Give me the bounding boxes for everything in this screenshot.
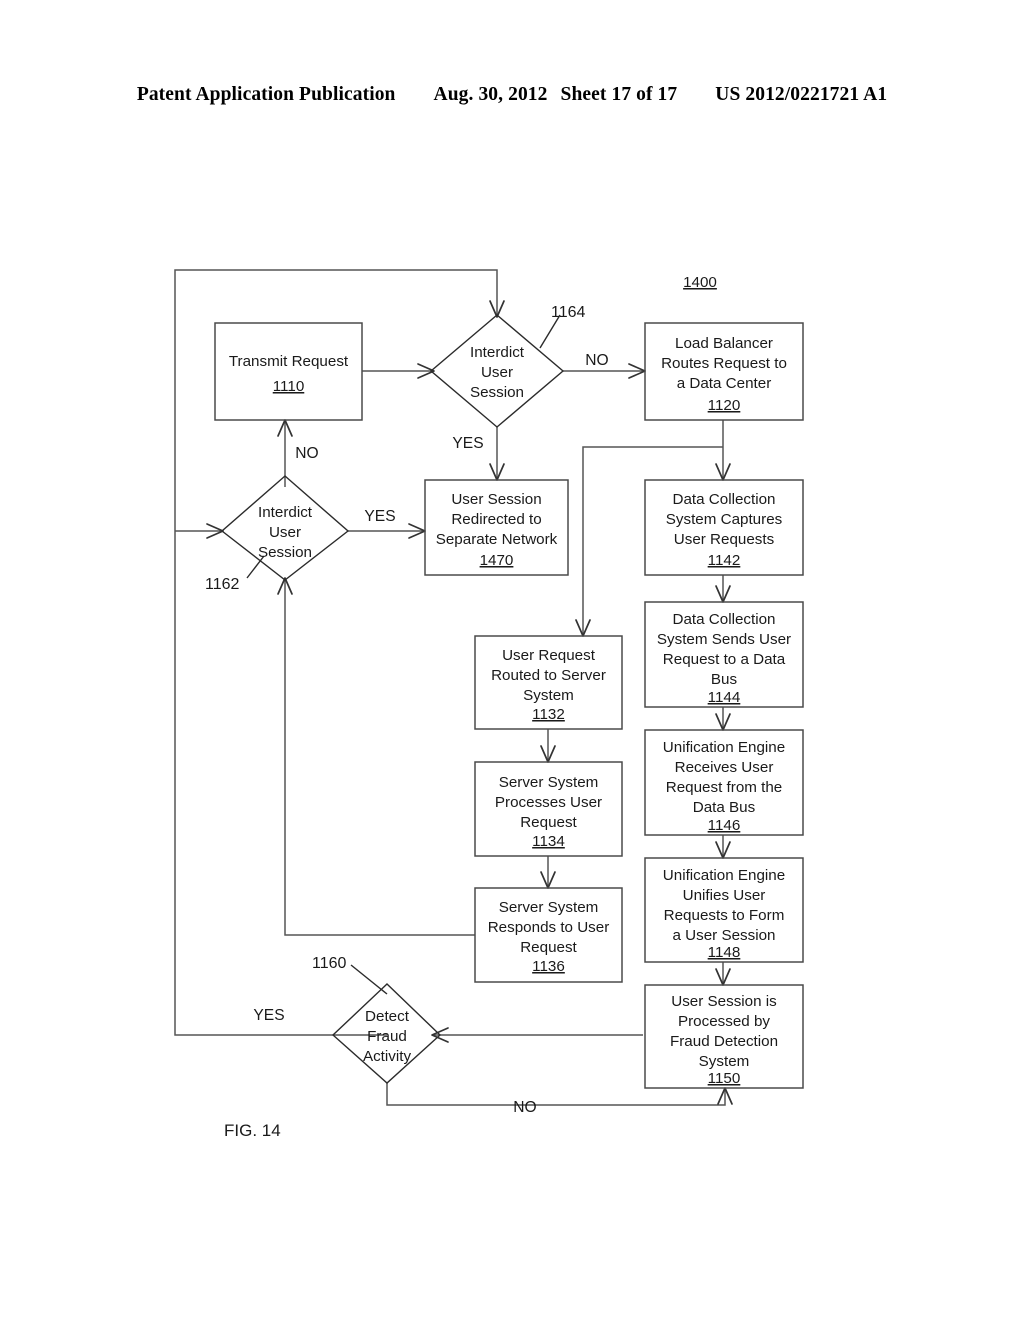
node-unification-receives: Unification Engine Receives User Request… <box>644 729 804 836</box>
node-1120-line-0: Load Balancer <box>675 335 773 352</box>
node-detect-fraud-activity: Detect Fraud Activity 1160 <box>312 955 442 1084</box>
node-1136-line-1: Responds to User <box>488 919 610 936</box>
edge-label-interdict-left-yes: YES <box>364 508 395 525</box>
node-1144-ref: 1144 <box>708 689 741 706</box>
node-1470-ref: 1470 <box>480 552 514 569</box>
node-1148-line-1: Unifies User <box>683 887 766 904</box>
node-1110-ref: 1110 <box>273 378 305 395</box>
node-1148-line-2: Requests to Form <box>664 907 785 924</box>
node-1164-line-0: Interdict <box>470 344 525 361</box>
node-1162-line-1: User <box>269 524 301 541</box>
node-1132-line-1: Routed to Server <box>491 667 606 684</box>
node-1144-line-3: Bus <box>711 671 738 688</box>
node-1144-line-1: System Sends User <box>657 631 791 648</box>
node-1470-line-1: Redirected to <box>451 511 541 528</box>
node-1132-line-0: User Request <box>502 647 596 664</box>
edge-label-fraud-no: NO <box>513 1099 536 1116</box>
node-1146-line-2: Request from the <box>666 779 783 796</box>
node-1136-line-2: Request <box>520 939 577 956</box>
node-user-session-redirected: User Session Redirected to Separate Netw… <box>424 479 569 576</box>
node-1144-line-0: Data Collection <box>673 611 776 628</box>
edge-label-interdict-left-no: NO <box>295 445 318 462</box>
node-1148-ref: 1148 <box>708 944 741 961</box>
node-1470-line-2: Separate Network <box>436 531 558 548</box>
node-transmit-request: Transmit Request 1110 <box>214 322 363 421</box>
node-interdict-user-session-top: Interdict User Session 1164 <box>429 304 586 428</box>
node-1146-line-0: Unification Engine <box>663 739 785 756</box>
node-fraud-detection-processed: User Session is Processed by Fraud Detec… <box>644 984 804 1089</box>
figure-caption: FIG. 14 <box>224 1121 281 1140</box>
node-unification-unifies: Unification Engine Unifies User Requests… <box>644 857 804 963</box>
node-1148-line-0: Unification Engine <box>663 867 785 884</box>
flowchart-figure-14: Transmit Request 1110 Interdict User Ses… <box>174 269 804 1140</box>
node-1162-line-2: Session <box>258 544 312 561</box>
connector-fraud-yes-to-interdict-top <box>174 269 498 1036</box>
connector-1136-to-interdict-left <box>284 580 475 936</box>
node-1142-line-2: User Requests <box>674 531 775 548</box>
edge-label-interdict-top-yes: YES <box>452 435 483 452</box>
node-1142-line-1: System Captures <box>666 511 783 528</box>
diagram-number: 1400 <box>683 274 717 291</box>
node-data-collection-captures: Data Collection System Captures User Req… <box>644 479 804 576</box>
node-user-request-routed: User Request Routed to Server System 113… <box>474 635 623 730</box>
node-1146-line-1: Receives User <box>675 759 774 776</box>
node-1150-line-1: Processed by <box>678 1013 770 1030</box>
node-1136-line-0: Server System <box>499 899 599 916</box>
node-1150-line-3: System <box>699 1053 750 1070</box>
node-1120-line-1: Routes Request to <box>661 355 787 372</box>
node-1110-line-0: Transmit Request <box>229 353 349 370</box>
patent-page: Patent Application Publication Aug. 30, 2… <box>0 0 1024 1320</box>
node-1160-line-2: Activity <box>363 1048 412 1065</box>
node-1162-ref: 1162 <box>205 576 240 593</box>
node-1144-line-2: Request to a Data <box>663 651 786 668</box>
node-1148-line-3: a User Session <box>673 927 776 944</box>
node-1164-line-2: Session <box>470 384 524 401</box>
node-1146-ref: 1146 <box>708 817 741 834</box>
connector-fraud-no-to-1150 <box>386 1083 726 1106</box>
node-1150-line-0: User Session is <box>671 993 777 1010</box>
node-server-responds: Server System Responds to User Request 1… <box>474 887 623 983</box>
node-1142-ref: 1142 <box>708 552 741 569</box>
node-1132-line-2: System <box>523 687 574 704</box>
node-1136-ref: 1136 <box>532 958 565 975</box>
node-1160-ref: 1160 <box>312 955 347 972</box>
node-interdict-user-session-left: Interdict User Session 1162 <box>205 475 350 593</box>
node-1150-line-2: Fraud Detection <box>670 1033 778 1050</box>
node-1142-line-0: Data Collection <box>673 491 776 508</box>
node-1150-ref: 1150 <box>708 1070 741 1087</box>
node-1120-line-2: a Data Center <box>677 375 772 392</box>
node-1164-ref: 1164 <box>551 304 586 321</box>
node-server-processes: Server System Processes User Request 113… <box>474 761 623 857</box>
edge-label-fraud-yes: YES <box>253 1007 284 1024</box>
node-1120-ref: 1120 <box>708 397 741 414</box>
node-1132-ref: 1132 <box>532 706 565 723</box>
node-1160-line-0: Detect <box>365 1008 410 1025</box>
node-data-collection-sends: Data Collection System Sends User Reques… <box>644 601 804 708</box>
node-1164-line-1: User <box>481 364 513 381</box>
node-1146-line-3: Data Bus <box>693 799 756 816</box>
node-1160-line-1: Fraud <box>367 1028 407 1045</box>
node-1134-line-1: Processes User <box>495 794 602 811</box>
node-1134-ref: 1134 <box>532 833 565 850</box>
node-1162-line-0: Interdict <box>258 504 313 521</box>
node-load-balancer: Load Balancer Routes Request to a Data C… <box>644 322 804 421</box>
node-1470-line-0: User Session <box>451 491 541 508</box>
node-1134-line-2: Request <box>520 814 577 831</box>
edge-label-interdict-top-no: NO <box>585 352 608 369</box>
node-1134-line-0: Server System <box>499 774 599 791</box>
